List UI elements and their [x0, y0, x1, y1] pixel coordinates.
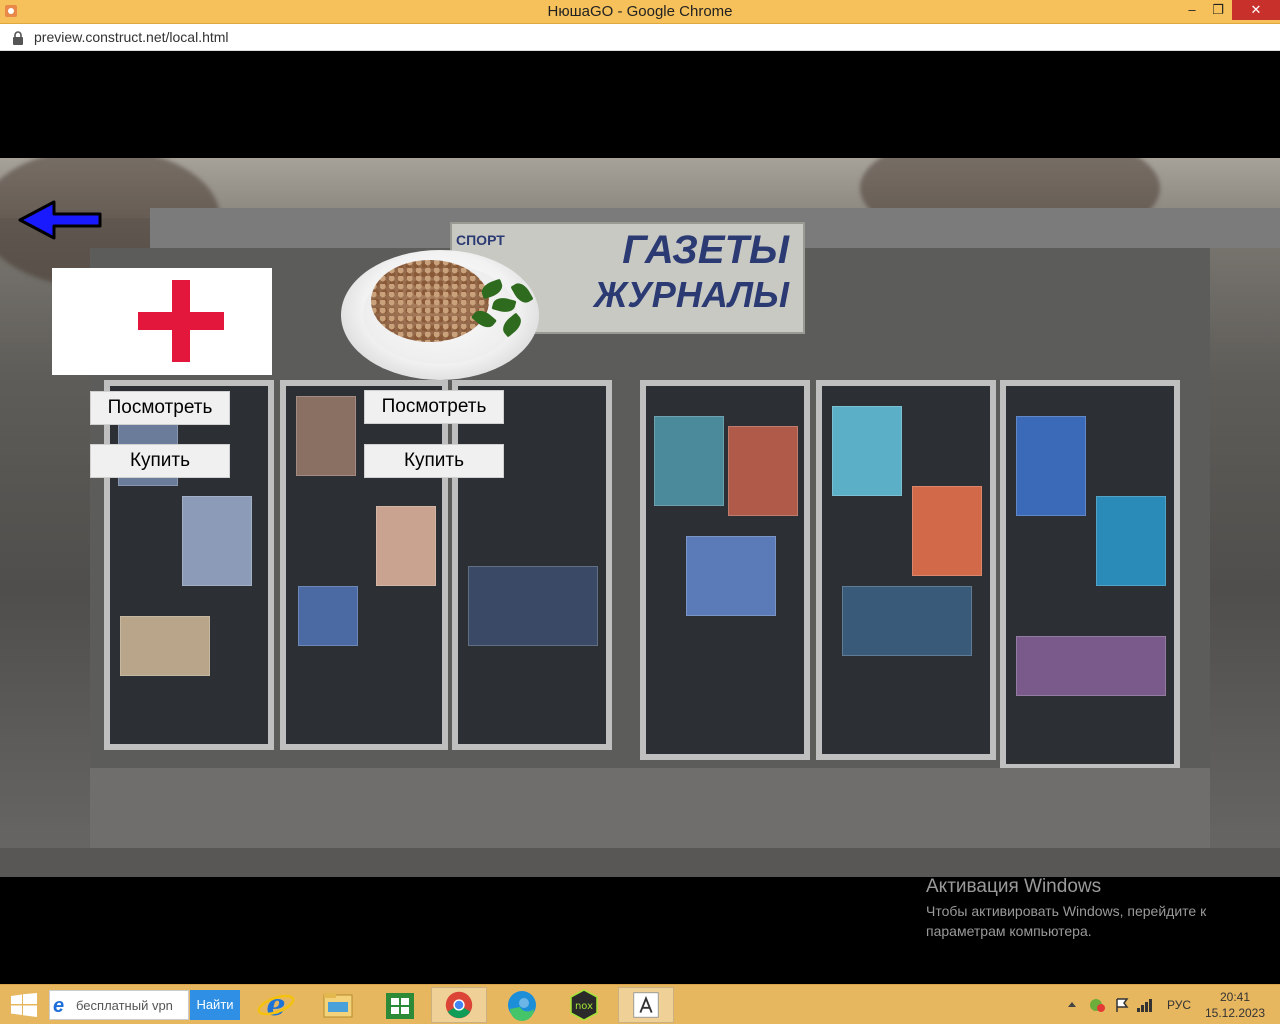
buckwheat-plate-item[interactable]	[341, 250, 539, 380]
ground	[0, 848, 1280, 877]
browser-titlebar: НюшаGO - Google Chrome – ❐ ✕	[0, 0, 1280, 24]
ie-search-icon: e	[53, 995, 65, 1017]
kiosk-scene-background: СПОРТ ГАЗЕТЫ ЖУРНАЛЫ	[0, 158, 1280, 877]
maximize-button[interactable]: ❐	[1206, 0, 1230, 20]
tray-expand-icon[interactable]	[1066, 999, 1078, 1009]
kiosk-window-1	[104, 380, 274, 750]
lock-icon	[13, 31, 23, 45]
adobe-reader-icon[interactable]	[618, 987, 674, 1023]
kiosk-window-5	[816, 380, 996, 760]
search-button[interactable]: Найти	[190, 990, 240, 1020]
svg-text:nox: nox	[575, 1001, 593, 1012]
store-icon[interactable]	[372, 987, 428, 1023]
clock[interactable]: 20:41 15.12.2023	[1203, 989, 1267, 1021]
svg-text:e: e	[266, 988, 285, 1023]
buckwheat-icon	[371, 260, 489, 342]
taskbar: e бесплатный vpn Найти e nox РУС 20:41 1…	[0, 984, 1280, 1024]
red-cross-icon	[104, 268, 258, 375]
minimize-button[interactable]: –	[1180, 0, 1204, 20]
close-button[interactable]: ✕	[1232, 0, 1280, 20]
url-text: preview.construct.net/local.html	[34, 29, 229, 45]
file-explorer-icon[interactable]	[310, 987, 366, 1023]
chrome-icon[interactable]	[431, 987, 487, 1023]
first-aid-item-card[interactable]	[52, 268, 272, 375]
search-query: бесплатный vpn	[76, 998, 173, 1013]
tray-app-icon[interactable]	[1088, 997, 1106, 1013]
clock-date: 15.12.2023	[1204, 1006, 1266, 1020]
clock-time: 20:41	[1219, 990, 1251, 1004]
back-arrow-icon[interactable]	[18, 200, 102, 240]
activation-title: Активация Windows	[926, 876, 1102, 897]
view-button-item-2[interactable]: Посмотреть	[364, 390, 504, 424]
activation-text: Чтобы активировать Windows, перейдите к …	[926, 903, 1207, 939]
input-language[interactable]: РУС	[1167, 998, 1191, 1012]
internet-explorer-icon[interactable]: e	[248, 987, 304, 1023]
view-button-item-1[interactable]: Посмотреть	[90, 391, 230, 425]
windows-activation-watermark: Активация Windows Чтобы активировать Win…	[926, 876, 1266, 941]
address-bar[interactable]: preview.construct.net/local.html	[0, 24, 1280, 51]
network-signal-icon[interactable]	[1136, 997, 1154, 1013]
nox-player-icon[interactable]: nox	[556, 987, 612, 1023]
kiosk-window-2	[280, 380, 448, 750]
taskbar-search-box[interactable]: e бесплатный vpn	[49, 990, 189, 1020]
kiosk-window-3	[452, 380, 612, 750]
window-title: НюшаGO - Google Chrome	[547, 3, 733, 20]
buy-button-item-2[interactable]: Купить	[364, 444, 504, 478]
action-center-flag-icon[interactable]	[1113, 997, 1131, 1013]
buy-button-item-1[interactable]: Купить	[90, 444, 230, 478]
windows-start-icon[interactable]	[10, 993, 38, 1017]
edge-icon[interactable]	[494, 987, 550, 1023]
kiosk-window-6	[1000, 380, 1180, 770]
kiosk-window-4	[640, 380, 810, 760]
